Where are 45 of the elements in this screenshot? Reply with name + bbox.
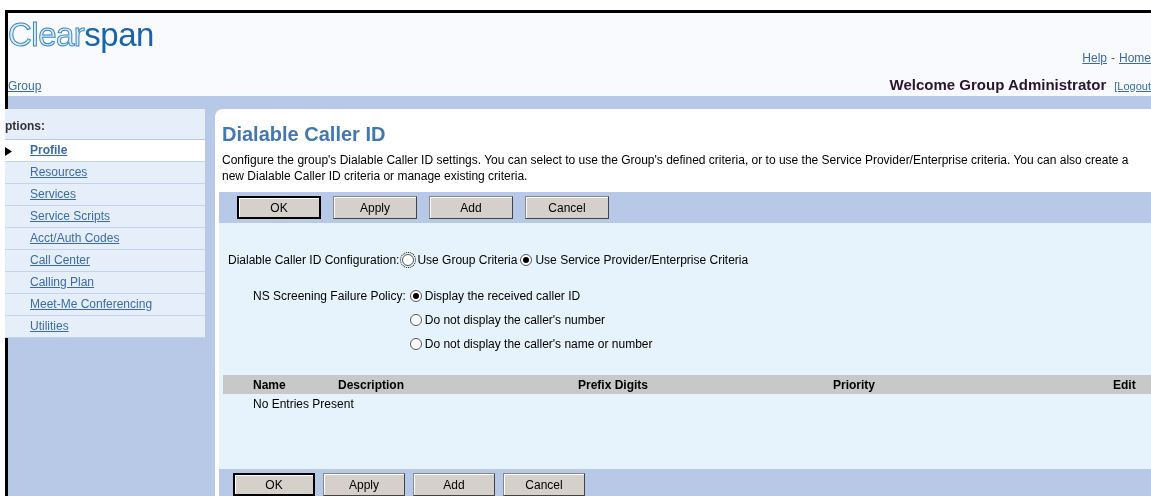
column-header: Name [223, 375, 338, 394]
cancel-button[interactable]: Cancel [503, 473, 585, 496]
breadcrumb-link[interactable]: Group [8, 79, 154, 93]
sidebar-link[interactable]: Services [30, 187, 76, 201]
sidebar-link[interactable]: Calling Plan [30, 275, 95, 289]
sidebar-link[interactable]: Resources [30, 165, 88, 179]
apply-button[interactable]: Apply [323, 473, 405, 496]
sidebar-link[interactable]: Service Scripts [30, 209, 111, 223]
header-link[interactable]: Home [1119, 51, 1151, 65]
radio-label: Do not display the caller's name or number [424, 337, 653, 351]
radio-label: Do not display the caller's number [424, 313, 606, 327]
logout-link[interactable]: [Logout [1114, 80, 1151, 92]
sidebar-link[interactable]: Meet-Me Conferencing [30, 297, 153, 311]
page-title: Dialable Caller ID [222, 123, 387, 146]
radio-button[interactable] [520, 254, 533, 266]
logo: Clearspan [8, 15, 154, 55]
radio-label: Use Service Provider/Enterprise Criteria [535, 253, 749, 267]
ok-button[interactable]: OK [237, 196, 321, 219]
sidebar-link[interactable]: Utilities [30, 319, 69, 333]
column-header: Prefix Digits [578, 375, 833, 394]
add-button[interactable]: Add [429, 196, 513, 219]
radio-label: Use Group Criteria [417, 253, 518, 267]
ok-button[interactable]: OK [233, 473, 315, 496]
page-description: Configure the group's Dialable Caller ID settings. You can select to use the Group's defined criteria, or to use the Service Provider/Enterprise criteria. You can also create a new Dialable Caller ID criteria or manage existing criteria. [222, 152, 1130, 184]
column-header: Edit [1113, 375, 1151, 394]
welcome-text: Welcome Group Administrator [889, 76, 1107, 93]
add-button[interactable]: Add [413, 473, 495, 496]
header-link[interactable]: Help [1082, 51, 1107, 65]
radio-button[interactable] [409, 314, 422, 326]
empty-message: No Entries Present [252, 396, 355, 411]
field-label: Dialable Caller ID Configuration: [228, 253, 400, 267]
column-header: Description [338, 375, 578, 394]
sidebar-link[interactable]: Acct/Auth Codes [30, 231, 120, 245]
column-header: Priority [833, 375, 1113, 394]
field-label: NS Screening Failure Policy: [253, 289, 406, 303]
sidebar-link[interactable]: Call Center [30, 253, 91, 267]
separator: - [1111, 51, 1115, 65]
sidebar-link[interactable]: Profile [30, 143, 68, 157]
apply-button[interactable]: Apply [333, 196, 417, 219]
radio-label: Display the received caller ID [424, 289, 581, 303]
radio-button[interactable] [409, 338, 422, 350]
cancel-button[interactable]: Cancel [525, 196, 609, 219]
arrow-icon [5, 147, 12, 156]
radio-button[interactable] [409, 290, 422, 302]
radio-button[interactable] [402, 254, 415, 266]
